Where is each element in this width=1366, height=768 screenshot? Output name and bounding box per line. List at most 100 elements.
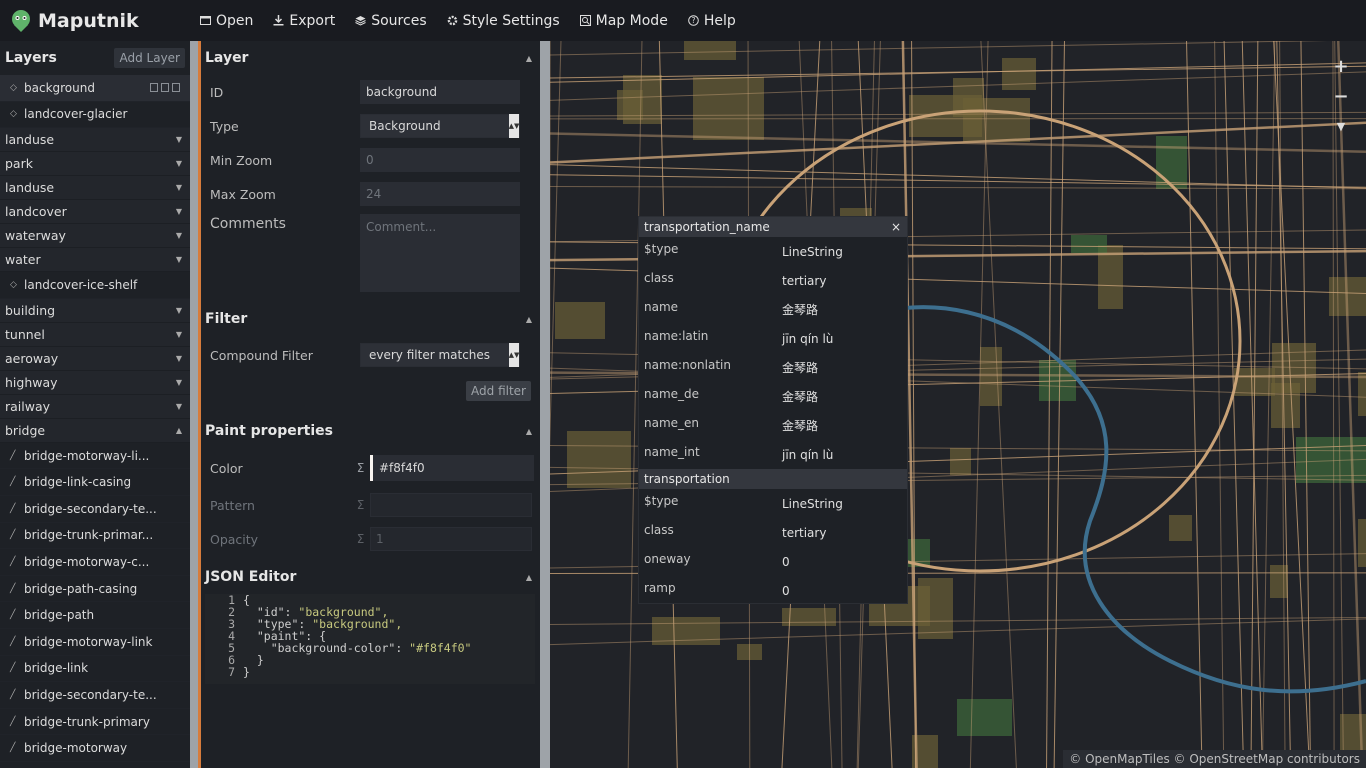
layer-group-landuse[interactable]: landuse ▼ — [0, 176, 190, 201]
property-value: 金琴路 — [782, 390, 819, 404]
layer-group-park[interactable]: park ▼ — [0, 152, 190, 177]
layer-item[interactable]: ╱ bridge-link — [0, 656, 190, 683]
layer-item[interactable]: ╱ bridge-motorway — [0, 735, 190, 762]
zoom-out-button[interactable]: − — [1326, 81, 1356, 111]
copy-icon[interactable] — [161, 83, 169, 92]
layer-item[interactable]: ╱ bridge-motorway-li... — [0, 443, 190, 470]
road-line — [1053, 41, 1065, 768]
paint-section-header[interactable]: Paint properties ▲ — [201, 414, 540, 448]
layer-item[interactable]: ◇ background — [0, 75, 190, 102]
zoom-in-button[interactable]: + — [1326, 51, 1356, 81]
compass-button[interactable]: ▼ — [1326, 111, 1356, 141]
compound-filter-select[interactable]: every filter matches ▲▼ — [360, 343, 520, 367]
zoom-controls: + − ▼ — [1326, 51, 1356, 141]
opacity-label: Opacity — [210, 531, 259, 547]
comments-textarea[interactable]: Comment... — [360, 214, 520, 292]
property-key: name_int — [644, 444, 700, 459]
layer-group-label: landuse — [5, 132, 55, 148]
road-line — [550, 185, 1366, 190]
landuse-area — [567, 431, 631, 488]
comments-label: Comments — [210, 216, 286, 232]
layer-group-aeroway[interactable]: aeroway ▼ — [0, 346, 190, 371]
layer-group-waterway[interactable]: waterway ▼ — [0, 224, 190, 249]
maxzoom-input[interactable]: 24 — [360, 182, 520, 206]
color-row: Color Σ #f8f4f0 — [201, 448, 540, 488]
layer-group-landuse[interactable]: landuse ▼ — [0, 128, 190, 153]
layer-item[interactable]: ╱ bridge-secondary-te... — [0, 496, 190, 523]
property-key: class — [644, 270, 674, 285]
layer-item[interactable]: ╱ bridge-path — [0, 602, 190, 629]
layer-item[interactable]: ╱ bridge-link-casing — [0, 469, 190, 496]
json-line: 7} — [205, 666, 535, 678]
filter-section-header[interactable]: Filter ▲ — [201, 302, 540, 336]
landuse-area — [1071, 235, 1107, 253]
visibility-icon[interactable] — [172, 83, 180, 92]
layer-item[interactable]: ╱ bridge-motorway-link — [0, 629, 190, 656]
panel-splitter-left[interactable] — [190, 41, 198, 768]
layer-group-landcover[interactable]: landcover ▼ — [0, 200, 190, 225]
opacity-input[interactable]: 1 — [370, 527, 532, 551]
color-input[interactable]: #f8f4f0 — [370, 455, 534, 481]
data-function-icon[interactable]: Σ — [351, 498, 370, 512]
opacity-row: Opacity Σ 1 — [201, 522, 540, 556]
trash-icon[interactable] — [150, 83, 158, 92]
layer-item-label: bridge-link — [24, 661, 89, 676]
layer-group-bridge[interactable]: bridge ▲ — [0, 418, 190, 443]
add-layer-button[interactable]: Add Layer — [114, 48, 185, 68]
data-function-icon[interactable]: Σ — [351, 532, 370, 546]
layer-item-label: bridge-motorway-c... — [24, 554, 150, 569]
property-value: 金琴路 — [782, 419, 819, 433]
layer-list-header: Layers Add Layer — [0, 41, 190, 75]
layer-item[interactable]: ╱ bridge-trunk-primary — [0, 709, 190, 736]
layer-section-header[interactable]: Layer ▲ — [201, 41, 540, 75]
collapse-caret-icon: ▲ — [525, 426, 532, 436]
layer-group-label: water — [5, 252, 41, 268]
style-settings-button[interactable]: Style Settings — [437, 0, 570, 41]
json-section-header[interactable]: JSON Editor ▲ — [201, 560, 540, 594]
landuse-area — [555, 302, 605, 339]
layer-group-water[interactable]: water ▼ — [0, 248, 190, 273]
data-function-icon[interactable]: Σ — [351, 461, 370, 475]
layer-actions — [150, 83, 180, 92]
layer-group-railway[interactable]: railway ▼ — [0, 394, 190, 419]
popup-property-row: class tertiary — [639, 518, 907, 547]
export-button[interactable]: Export — [263, 0, 345, 41]
sources-button[interactable]: Sources — [345, 0, 436, 41]
close-icon[interactable]: × — [891, 220, 901, 234]
maputnik-app: Maputnik Open Export Sources Style Setti… — [0, 0, 1366, 768]
layer-item-label: bridge-path — [24, 608, 95, 623]
layer-group-label: landcover — [5, 204, 67, 220]
layer-item-label: bridge-link-casing — [24, 475, 132, 490]
map-attribution[interactable]: © OpenMapTiles © OpenStreetMap contribut… — [1063, 750, 1366, 768]
property-value: tertiary — [782, 525, 827, 540]
json-code-editor[interactable]: 1{2 "id": "background", 3 "type": "backgr… — [205, 594, 535, 684]
map-mode-button[interactable]: Map Mode — [570, 0, 678, 41]
layer-item[interactable]: ╱ bridge-motorway-c... — [0, 549, 190, 576]
id-input[interactable]: background — [360, 80, 520, 104]
app-logo[interactable]: Maputnik — [0, 0, 190, 41]
layer-item[interactable]: ◇ landcover-ice-shelf — [0, 272, 190, 299]
landuse-area — [1358, 372, 1366, 416]
id-row: ID background — [201, 75, 540, 109]
chevron-down-icon: ▼ — [175, 207, 182, 217]
help-button[interactable]: ? Help — [678, 0, 746, 41]
layer-group-highway[interactable]: highway ▼ — [0, 370, 190, 395]
layer-item[interactable]: ╱ bridge-trunk-primar... — [0, 523, 190, 550]
pattern-input[interactable] — [370, 493, 532, 517]
panel-splitter-right[interactable] — [540, 41, 550, 768]
layer-item[interactable]: ╱ bridge-secondary-te... — [0, 682, 190, 709]
add-filter-button[interactable]: Add filter — [466, 381, 531, 401]
style-settings-label: Style Settings — [462, 12, 560, 29]
collapse-caret-icon: ▲ — [525, 572, 532, 582]
layer-group-building[interactable]: building ▼ — [0, 298, 190, 323]
layer-item[interactable]: ╱ bridge-path-casing — [0, 576, 190, 603]
property-key: $type — [644, 493, 679, 508]
layer-item[interactable]: ◇ landcover-glacier — [0, 102, 190, 129]
open-button[interactable]: Open — [190, 0, 263, 41]
type-select[interactable]: Background ▲▼ — [360, 114, 520, 138]
filter-actions: Add filter — [201, 374, 540, 414]
minzoom-input[interactable]: 0 — [360, 148, 520, 172]
layer-group-tunnel[interactable]: tunnel ▼ — [0, 322, 190, 347]
property-key: oneway — [644, 551, 691, 566]
popup-property-row: $type LineString — [639, 237, 907, 266]
